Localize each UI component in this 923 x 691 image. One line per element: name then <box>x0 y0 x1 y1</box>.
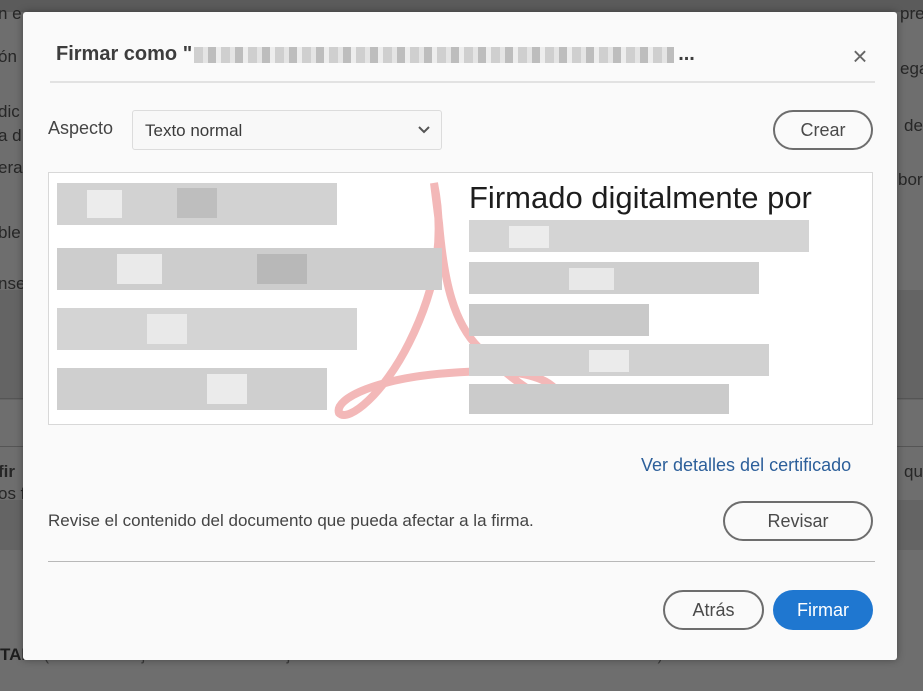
sign-button[interactable]: Firmar <box>773 590 873 630</box>
chevron-down-icon <box>418 126 430 134</box>
background-text: ón <box>0 47 17 66</box>
sign-dialog: Firmar como "... × Aspecto Texto normal … <box>23 12 897 660</box>
background-text: qu <box>904 462 923 481</box>
signature-heading: Firmado digitalmente por <box>469 180 812 215</box>
dialog-title-prefix: Firmar como " <box>56 43 193 65</box>
close-icon[interactable]: × <box>848 43 872 69</box>
background-text: fir <box>0 462 15 481</box>
background-text: ble <box>0 223 21 242</box>
background-text: era <box>0 158 23 177</box>
aspect-dropdown-value: Texto normal <box>145 121 243 140</box>
background-text: dic <box>0 102 20 121</box>
aspect-dropdown[interactable]: Texto normal <box>132 110 442 150</box>
redacted-signature-details <box>469 220 809 414</box>
back-button[interactable]: Atrás <box>663 590 764 630</box>
title-divider <box>50 81 875 83</box>
dialog-title-suffix: ... <box>678 43 695 66</box>
create-button[interactable]: Crear <box>773 110 873 150</box>
signature-preview: Firmado digitalmente por <box>48 172 873 425</box>
dialog-title: Firmar como "... <box>56 43 695 66</box>
background-text: os f <box>0 484 26 503</box>
review-message: Revise el contenido del documento que pu… <box>48 511 534 530</box>
aspect-label: Aspecto <box>48 118 114 138</box>
background-text: a d <box>0 126 22 145</box>
background-text: n e <box>0 4 22 23</box>
background-text: ega <box>900 59 923 78</box>
redacted-name <box>194 46 675 63</box>
redacted-signer-name <box>57 183 442 410</box>
footer-divider <box>48 561 875 562</box>
review-button[interactable]: Revisar <box>723 501 873 541</box>
background-text: nse <box>0 274 26 293</box>
background-text: bor <box>898 170 923 189</box>
background-text: pre <box>900 4 923 23</box>
certificate-details-link[interactable]: Ver detalles del certificado <box>641 455 851 476</box>
background-text: de <box>904 116 923 135</box>
